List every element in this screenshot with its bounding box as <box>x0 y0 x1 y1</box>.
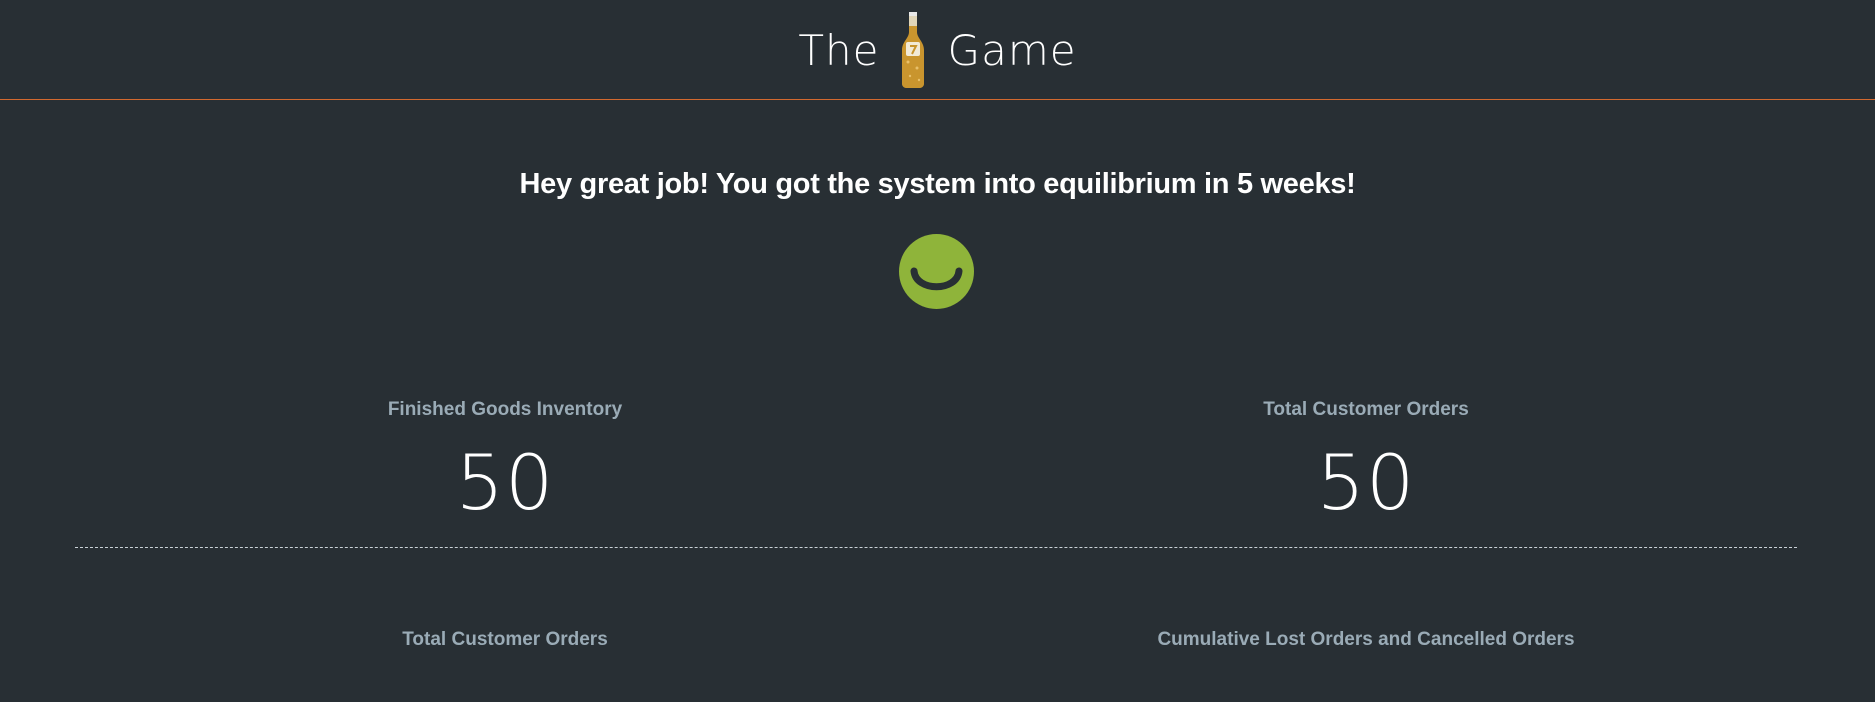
cumulative-lost-orders-label: Cumulative Lost Orders and Cancelled Ord… <box>1157 629 1575 650</box>
smiley-face-icon <box>899 234 974 309</box>
brand-logo[interactable]: The Game <box>0 0 1875 100</box>
beer-bottle-icon <box>900 12 926 88</box>
brand-title-right: Game <box>947 25 1077 75</box>
result-message: Hey great job! You got the system into e… <box>519 168 1356 200</box>
app-header: The Game <box>0 0 1875 100</box>
section-divider <box>75 547 1797 548</box>
total-customer-orders-label: Total Customer Orders <box>1263 399 1469 420</box>
total-customer-orders-value: 50 <box>1316 438 1416 527</box>
finished-goods-inventory-label: Finished Goods Inventory <box>387 399 623 420</box>
brand-title-left: The <box>798 25 880 75</box>
total-customer-orders-chart-label: Total Customer Orders <box>402 629 608 650</box>
finished-goods-inventory-value: 50 <box>455 438 555 527</box>
